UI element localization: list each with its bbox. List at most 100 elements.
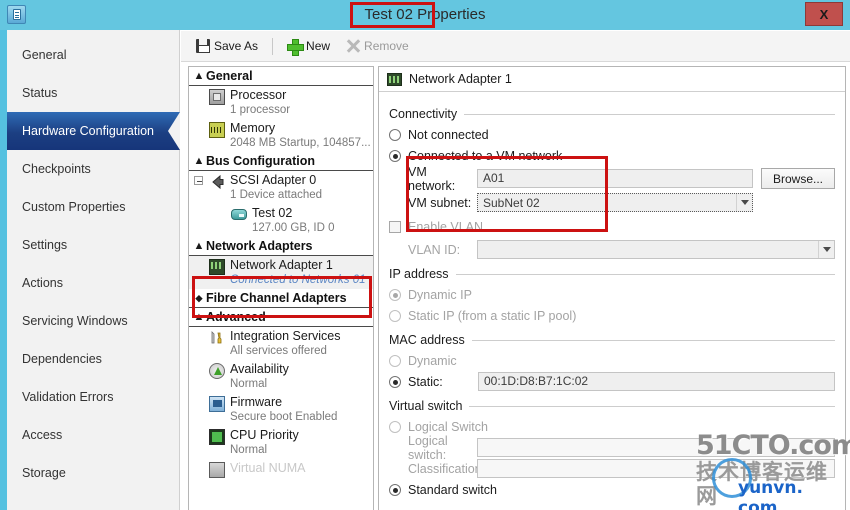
tree-item-availability[interactable]: Availability Normal — [189, 360, 373, 393]
tree-item-sub: Secure boot Enabled — [230, 411, 338, 423]
title-bar: Test 02 Properties X — [0, 0, 850, 30]
tree-item-processor[interactable]: Processor 1 processor — [189, 86, 373, 119]
remove-button[interactable]: Remove — [340, 34, 415, 58]
tree-item-memory[interactable]: Memory 2048 MB Startup, 104857... — [189, 119, 373, 152]
field-logical-switch: Logical switch: — [389, 434, 835, 462]
logical-switch-value — [477, 438, 835, 457]
checkbox-enable-vlan[interactable] — [389, 220, 401, 233]
tree-section-advanced[interactable]: ▲ Advanced — [189, 308, 373, 327]
sidebar-item-hardware-configuration[interactable]: Hardware Configuration — [7, 112, 180, 150]
tree-item-sub: Connected to Networks 01 — [230, 274, 366, 286]
tree-section-label: Network Adapters — [206, 239, 313, 253]
sidebar-item-checkpoints[interactable]: Checkpoints — [7, 150, 180, 188]
chevron-up-icon: ▲ — [193, 70, 205, 82]
vm-subnet-dropdown[interactable]: SubNet 02 — [477, 193, 753, 212]
group-virtual-switch: Virtual switch — [389, 399, 835, 413]
group-ip-address: IP address — [389, 267, 835, 281]
sidebar-item-label: Dependencies — [22, 352, 102, 366]
option-connected-vm-network[interactable]: Connected to a VM network — [389, 145, 835, 166]
sidebar-item-actions[interactable]: Actions — [7, 264, 180, 302]
option-static-ip[interactable]: Static IP (from a static IP pool) — [389, 305, 835, 326]
sidebar-item-label: Validation Errors — [22, 390, 114, 404]
field-classification: Classification: — [389, 458, 835, 479]
tree-section-bus-configuration[interactable]: ▲ Bus Configuration — [189, 152, 373, 171]
radio-static-ip[interactable] — [389, 309, 401, 322]
option-enable-vlan[interactable]: Enable VLAN — [389, 216, 835, 237]
group-connectivity: Connectivity — [389, 107, 835, 121]
sidebar-item-settings[interactable]: Settings — [7, 226, 180, 264]
sidebar-item-access[interactable]: Access — [7, 416, 180, 454]
tree-item-sub: 1 Device attached — [230, 189, 323, 201]
tree-section-fibre-channel-adapters[interactable]: ◆ Fibre Channel Adapters — [189, 289, 373, 308]
sidebar-item-dependencies[interactable]: Dependencies — [7, 340, 180, 378]
plus-icon — [287, 38, 305, 56]
chevron-down-icon[interactable] — [818, 241, 834, 258]
radio-static-mac[interactable] — [389, 375, 401, 388]
chevron-down-icon[interactable] — [736, 194, 752, 211]
tree-item-firmware[interactable]: Firmware Secure boot Enabled — [189, 393, 373, 426]
radio-not-connected[interactable] — [389, 128, 401, 141]
tree-item-label: Integration Services — [230, 329, 341, 343]
tree-section-label: Fibre Channel Adapters — [206, 291, 347, 305]
option-label: Dynamic IP — [408, 287, 472, 302]
radio-standard-switch[interactable] — [389, 483, 401, 496]
vlan-id-label: VLAN ID: — [408, 242, 461, 257]
save-as-button[interactable]: Save As — [190, 34, 264, 58]
cpu-priority-icon — [209, 429, 225, 445]
tree-section-label: Advanced — [206, 310, 266, 324]
sidebar-item-servicing-windows[interactable]: Servicing Windows — [7, 302, 180, 340]
browse-button[interactable]: Browse... — [761, 168, 835, 189]
tree-section-general[interactable]: ▲ General — [189, 67, 373, 86]
tree-item-integration-services[interactable]: Integration Services All services offere… — [189, 327, 373, 360]
vlan-id-dropdown[interactable] — [477, 240, 835, 259]
option-dynamic-ip[interactable]: Dynamic IP — [389, 284, 835, 305]
tree-item-label: Processor — [230, 88, 287, 102]
static-mac-value[interactable]: 00:1D:D8:B7:1C:02 — [478, 372, 835, 391]
cpu-icon — [209, 89, 225, 105]
sidebar-item-status[interactable]: Status — [7, 74, 180, 112]
option-label: Logical Switch — [408, 419, 488, 434]
radio-connected-vm-network[interactable] — [389, 149, 401, 162]
new-button[interactable]: New — [281, 34, 336, 58]
tree-section-network-adapters[interactable]: ▲ Network Adapters — [189, 237, 373, 256]
tree-item-cpu-priority[interactable]: CPU Priority Normal — [189, 426, 373, 459]
tree-item-network-adapter-1[interactable]: Network Adapter 1 Connected to Networks … — [189, 256, 373, 289]
sidebar-item-label: Hardware Configuration — [22, 124, 155, 138]
sidebar-item-storage[interactable]: Storage — [7, 454, 180, 492]
option-label: Connected to a VM network — [408, 148, 563, 163]
close-button[interactable]: X — [805, 2, 843, 26]
new-label: New — [306, 39, 331, 53]
option-static-mac[interactable]: Static: 00:1D:D8:B7:1C:02 — [389, 371, 835, 392]
tree-item-sub: Normal — [230, 378, 268, 390]
window-title: Test 02 Properties — [364, 6, 486, 23]
option-dynamic-mac[interactable]: Dynamic — [389, 350, 835, 371]
sidebar-item-validation-errors[interactable]: Validation Errors — [7, 378, 180, 416]
radio-dynamic-mac[interactable] — [389, 354, 401, 367]
radio-dynamic-ip[interactable] — [389, 288, 401, 301]
vm-subnet-value: SubNet 02 — [483, 195, 540, 210]
sidebar-item-custom-properties[interactable]: Custom Properties — [7, 188, 180, 226]
radio-logical-switch[interactable] — [389, 420, 401, 433]
group-label: Connectivity — [389, 107, 458, 121]
tree-item-label: Test 02 — [252, 206, 293, 220]
tree-item-virtual-numa[interactable]: Virtual NUMA — [189, 459, 373, 480]
option-not-connected[interactable]: Not connected — [389, 124, 835, 145]
tree-item-virtual-disk[interactable]: Test 02 127.00 GB, ID 0 — [189, 204, 373, 237]
logical-switch-label: Logical switch: — [408, 433, 448, 462]
memory-icon — [209, 122, 225, 138]
virtual-disk-icon — [231, 209, 247, 220]
network-adapter-icon — [387, 72, 402, 86]
integration-services-icon — [209, 330, 225, 346]
vm-network-value: A01 — [477, 169, 753, 188]
group-rule — [471, 339, 835, 341]
tree-item-sub: 127.00 GB, ID 0 — [252, 222, 335, 234]
option-standard-switch[interactable]: Standard switch — [389, 479, 835, 500]
collapse-expander-icon[interactable] — [194, 176, 203, 185]
network-adapter-icon — [209, 259, 225, 275]
group-label: MAC address — [389, 333, 465, 347]
field-vm-network: VM network: A01 Browse... — [389, 165, 835, 193]
save-icon — [196, 39, 210, 53]
sidebar-item-general[interactable]: General — [7, 36, 180, 74]
classification-label: Classification: — [408, 461, 486, 476]
tree-item-scsi-adapter[interactable]: SCSI Adapter 0 1 Device attached — [189, 171, 373, 204]
